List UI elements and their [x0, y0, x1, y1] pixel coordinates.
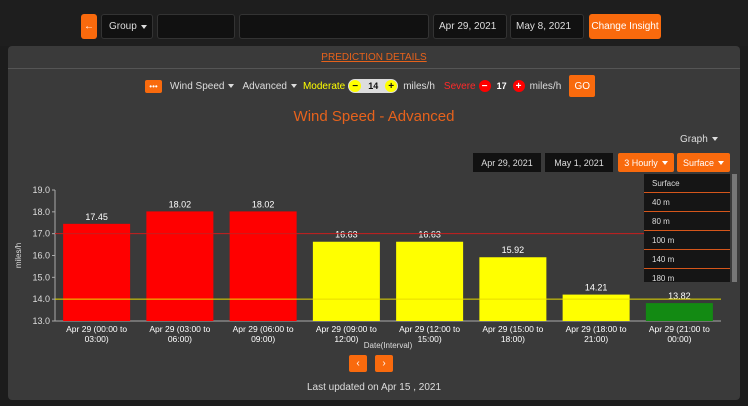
view-label: Graph	[680, 134, 708, 145]
severe-value[interactable]: 17	[491, 81, 513, 91]
moderate-value[interactable]: 14	[361, 81, 385, 91]
prediction-controls: ••• Wind Speed Advanced Moderate − 14 + …	[145, 74, 596, 98]
y-tick-label: 14.0	[32, 294, 50, 304]
end-date-value: May 8, 2021	[516, 21, 572, 32]
bar	[645, 303, 713, 321]
caret-down-icon	[661, 160, 668, 165]
y-axis-label: miles/h	[14, 243, 23, 268]
level-option-100m[interactable]: 100 m	[644, 231, 730, 250]
severe-stepper: − 17 +	[478, 80, 525, 92]
level-option-80m[interactable]: 80 m	[644, 212, 730, 231]
parameter-dropdown[interactable]: Wind Speed	[170, 80, 235, 92]
divider	[8, 68, 740, 69]
y-tick-label: 16.0	[32, 251, 50, 261]
chart-from-date[interactable]: Apr 29, 2021	[473, 153, 541, 172]
prediction-panel: PREDICTION DETAILS ••• Wind Speed Advanc…	[8, 46, 740, 400]
group-dropdown[interactable]: Group	[101, 14, 153, 39]
interval-dropdown[interactable]: 3 Hourly	[618, 153, 674, 172]
severe-unit: miles/h	[529, 80, 562, 92]
x-tick-label: Apr 29 (00:00 to 03:00)	[66, 324, 127, 344]
x-tick-label: Apr 29 (21:00 to 00:00)	[649, 324, 710, 344]
bar-value-label: 16.63	[418, 230, 441, 240]
level-dropdown[interactable]: Surface	[677, 153, 730, 172]
x-tick-label: Apr 29 (03:00 to 06:00)	[149, 324, 210, 344]
severe-minus-button[interactable]: −	[478, 80, 491, 92]
bar	[396, 241, 464, 321]
x-tick-label: Apr 29 (06:00 to 09:00)	[233, 324, 294, 344]
caret-down-icon	[290, 83, 297, 88]
y-tick-label: 19.0	[32, 185, 50, 195]
y-tick-label: 18.0	[32, 207, 50, 217]
caret-down-icon	[718, 160, 725, 165]
level-option-40m[interactable]: 40 m	[644, 193, 730, 212]
caret-down-icon	[711, 137, 718, 142]
caret-down-icon	[140, 24, 147, 29]
level-option-140m[interactable]: 140 m	[644, 250, 730, 269]
chart-from-date-value: Apr 29, 2021	[481, 157, 533, 168]
prev-page-button[interactable]: ‹	[349, 355, 367, 372]
moderate-plus-button[interactable]: +	[385, 80, 398, 92]
prediction-details-tab[interactable]: PREDICTION DETAILS	[8, 52, 740, 63]
level-dropdown-menu: Surface 40 m 80 m 100 m 140 m 180 m	[644, 174, 730, 282]
chart-to-date[interactable]: May 1, 2021	[545, 153, 613, 172]
y-tick-label: 13.0	[32, 316, 50, 326]
view-dropdown[interactable]: Graph	[680, 134, 718, 145]
y-tick-label: 15.0	[32, 272, 50, 282]
severe-plus-button[interactable]: +	[512, 80, 525, 92]
bar	[63, 223, 131, 321]
moderate-stepper: − 14 +	[348, 79, 399, 93]
go-button[interactable]: GO	[569, 75, 596, 97]
severe-label: Severe	[443, 80, 476, 92]
more-options-icon[interactable]: •••	[145, 79, 162, 93]
x-tick-label: Apr 29 (15:00 to 18:00)	[482, 324, 543, 344]
mode-label: Advanced	[242, 80, 287, 92]
bar-value-label: 14.21	[585, 283, 608, 293]
parameter-label: Wind Speed	[170, 80, 225, 92]
filter-field-2[interactable]	[239, 14, 429, 39]
filter-field-1[interactable]	[157, 14, 235, 39]
chart-to-date-value: May 1, 2021	[554, 157, 604, 168]
back-arrow-icon: ←	[84, 21, 94, 32]
start-date-field[interactable]: Apr 29, 2021	[433, 14, 507, 39]
bar-value-label: 18.02	[252, 199, 275, 209]
level-option-surface[interactable]: Surface	[644, 174, 730, 193]
last-updated-text: Last updated on Apr 15 , 2021	[307, 382, 441, 393]
change-insight-label: Change Insight	[591, 21, 659, 32]
bar	[146, 211, 214, 321]
chart-title: Wind Speed - Advanced	[293, 108, 455, 125]
moderate-label: Moderate	[302, 80, 346, 92]
bar-value-label: 18.02	[169, 199, 192, 209]
bar	[229, 211, 297, 321]
change-insight-button[interactable]: Change Insight	[589, 14, 661, 39]
bar-value-label: 15.92	[502, 245, 525, 255]
bar	[479, 257, 547, 321]
bar-value-label: 17.45	[85, 212, 108, 222]
interval-label: 3 Hourly	[624, 157, 658, 168]
caret-down-icon	[228, 83, 235, 88]
mode-dropdown[interactable]: Advanced	[242, 80, 297, 92]
start-date-value: Apr 29, 2021	[439, 21, 497, 32]
moderate-minus-button[interactable]: −	[349, 80, 362, 92]
moderate-unit: miles/h	[403, 80, 435, 92]
end-date-field[interactable]: May 8, 2021	[510, 14, 584, 39]
chevron-left-icon: ‹	[356, 358, 360, 369]
chevron-right-icon: ›	[382, 358, 386, 369]
x-axis-label: Date(Interval)	[364, 341, 413, 350]
bar-value-label: 16.63	[335, 230, 358, 240]
x-tick-label: Apr 29 (18:00 to 21:00)	[566, 324, 627, 344]
dropdown-scrollbar[interactable]	[732, 174, 737, 282]
top-bar: ← Group Apr 29, 2021 May 8, 2021 Change …	[0, 0, 748, 46]
bar	[562, 294, 630, 321]
group-dropdown-label: Group	[109, 21, 137, 32]
next-page-button[interactable]: ›	[375, 355, 393, 372]
level-label: Surface	[682, 157, 715, 168]
level-option-180m[interactable]: 180 m	[644, 269, 730, 282]
back-button[interactable]: ←	[81, 14, 97, 39]
wind-speed-chart: 13.0 14.0 15.0 16.0 17.0 18.0 19.0 miles/h 17.45…	[14, 185, 721, 350]
bar	[312, 241, 380, 321]
y-tick-label: 17.0	[32, 229, 50, 239]
